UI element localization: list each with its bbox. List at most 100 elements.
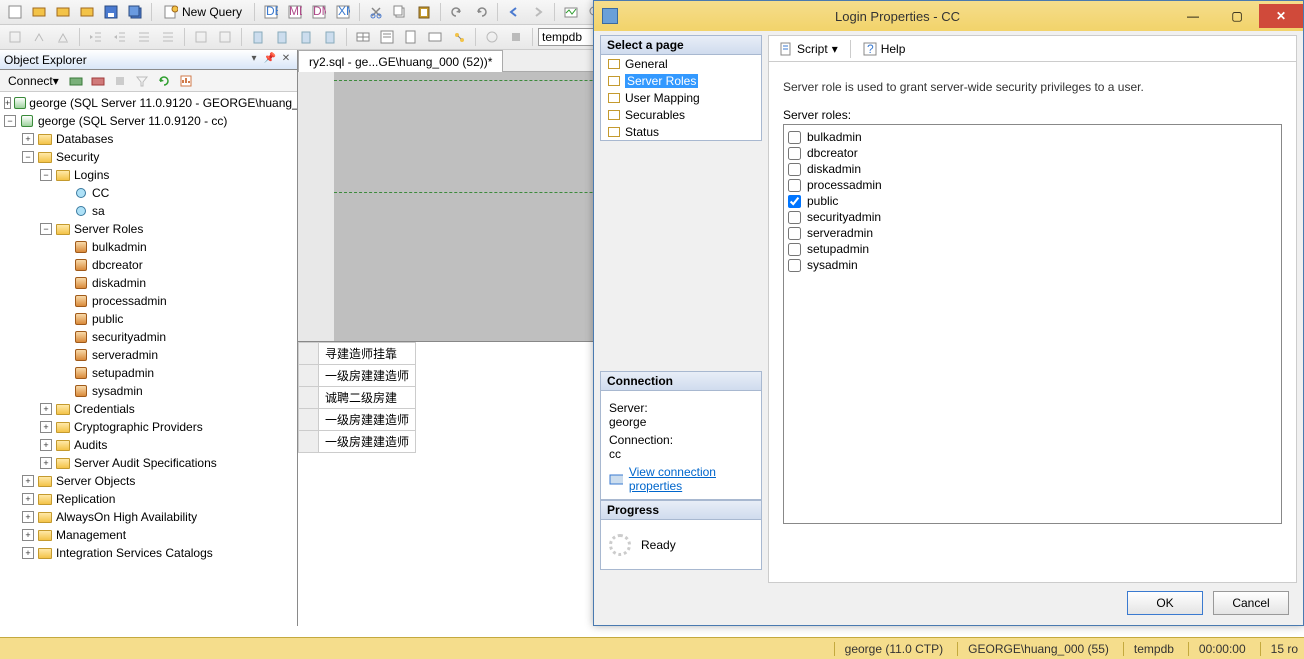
cut-icon[interactable] [365,2,387,22]
row-header[interactable] [299,387,319,409]
comment-icon[interactable] [190,27,212,47]
nav-back-icon[interactable] [503,2,525,22]
bookmark-icon-2[interactable] [271,27,293,47]
role-item[interactable]: dbcreator [0,256,297,274]
role-item-public[interactable]: public [788,193,1277,209]
debug-icon[interactable] [481,27,503,47]
server-node-1[interactable]: +george (SQL Server 11.0.9120 - GEORGE\h… [0,94,297,112]
save-icon[interactable] [100,2,122,22]
xmla-query-icon[interactable]: XM [332,2,354,22]
oe-stop-icon[interactable] [111,72,129,90]
uncomment-icon[interactable] [214,27,236,47]
view-connection-properties-link[interactable]: View connection properties [629,465,753,493]
tb2-icon-2[interactable] [28,27,50,47]
help-button[interactable]: ? Help [859,40,910,58]
ok-button[interactable]: OK [1127,591,1203,615]
role-item-diskadmin[interactable]: diskadmin [788,161,1277,177]
role-item-bulkadmin[interactable]: bulkadmin [788,129,1277,145]
page-list[interactable]: GeneralServer RolesUser MappingSecurable… [600,55,762,141]
tb2-icon-3[interactable] [52,27,74,47]
role-item-securityadmin[interactable]: securityadmin [788,209,1277,225]
databases-node[interactable]: +Databases [0,130,297,148]
management-node[interactable]: +Management [0,526,297,544]
oe-filter-icon[interactable] [133,72,151,90]
tree-toggle[interactable]: − [40,223,52,235]
role-item-processadmin[interactable]: processadmin [788,177,1277,193]
tree-toggle[interactable]: + [22,493,34,505]
page-item-status[interactable]: Status [601,123,761,140]
tree-toggle[interactable]: + [4,97,11,109]
tree-toggle[interactable]: + [22,529,34,541]
audits-node[interactable]: +Audits [0,436,297,454]
role-item[interactable]: setupadmin [0,364,297,382]
new-project-icon[interactable] [4,2,26,22]
row-header[interactable] [299,431,319,453]
role-item[interactable]: bulkadmin [0,238,297,256]
role-checkbox[interactable] [788,259,801,272]
row-header[interactable] [299,365,319,387]
undo-icon[interactable] [446,2,468,22]
page-item-general[interactable]: General [601,55,761,72]
server-roles-node[interactable]: −Server Roles [0,220,297,238]
page-item-securables[interactable]: Securables [601,106,761,123]
replication-node[interactable]: +Replication [0,490,297,508]
role-checkbox[interactable] [788,147,801,160]
row-header[interactable] [299,409,319,431]
results-grid-icon[interactable] [352,27,374,47]
server-objects-node[interactable]: +Server Objects [0,472,297,490]
script-button[interactable]: Script ▾ [775,40,842,58]
role-checkbox[interactable] [788,243,801,256]
tree-toggle[interactable]: + [22,475,34,487]
new-query-button[interactable]: New Query [157,2,249,22]
role-item-sysadmin[interactable]: sysadmin [788,257,1277,273]
stop-debug-icon[interactable] [505,27,527,47]
cancel-button[interactable]: Cancel [1213,591,1289,615]
panel-close-icon[interactable]: ✕ [279,53,293,67]
integration-node[interactable]: +Integration Services Catalogs [0,544,297,562]
connect-button[interactable]: Connect ▾ [4,72,63,90]
logins-node[interactable]: −Logins [0,166,297,184]
tree-toggle[interactable]: + [40,457,52,469]
copy-icon[interactable] [389,2,411,22]
result-cell[interactable]: 一级房建建造师 [319,365,416,387]
de-query-icon[interactable]: DE [260,2,282,22]
panel-pin-icon[interactable]: 📌 [263,53,277,67]
oe-report-icon[interactable] [177,72,195,90]
panel-dropdown-icon[interactable]: ▾ [247,53,261,67]
dialog-titlebar[interactable]: Login Properties - CC — ▢ ✕ [594,1,1303,31]
bookmark-icon-4[interactable] [319,27,341,47]
role-item[interactable]: public [0,310,297,328]
role-item-dbcreator[interactable]: dbcreator [788,145,1277,161]
role-item[interactable]: processadmin [0,292,297,310]
tree-toggle[interactable]: − [22,151,34,163]
indent-icon[interactable] [85,27,107,47]
open-project-icon[interactable] [52,2,74,22]
alwayson-node[interactable]: +AlwaysOn High Availability [0,508,297,526]
include-plan-icon[interactable] [424,27,446,47]
object-explorer-tree[interactable]: +george (SQL Server 11.0.9120 - GEORGE\h… [0,92,297,626]
row-header[interactable] [299,343,319,365]
role-checkbox[interactable] [788,211,801,224]
tree-toggle[interactable]: + [40,421,52,433]
paste-icon[interactable] [413,2,435,22]
tree-toggle[interactable]: + [22,511,34,523]
bookmark-icon-1[interactable] [247,27,269,47]
lines-icon-1[interactable] [133,27,155,47]
tb2-icon-1[interactable] [4,27,26,47]
result-cell[interactable]: 寻建造师挂靠 [319,343,416,365]
role-checkbox[interactable] [788,131,801,144]
editor-tab[interactable]: ry2.sql - ge...GE\huang_000 (52))* [298,50,503,72]
tree-toggle[interactable]: − [40,169,52,181]
role-item-setupadmin[interactable]: setupadmin [788,241,1277,257]
credentials-node[interactable]: +Credentials [0,400,297,418]
crypto-node[interactable]: +Cryptographic Providers [0,418,297,436]
audit-specs-node[interactable]: +Server Audit Specifications [0,454,297,472]
result-cell[interactable]: 一级房建建造师 [319,431,416,453]
dmx-query-icon[interactable]: DMX [308,2,330,22]
tree-toggle[interactable]: + [40,403,52,415]
role-item-serveradmin[interactable]: serveradmin [788,225,1277,241]
role-item[interactable]: securityadmin [0,328,297,346]
results-file-icon[interactable] [400,27,422,47]
role-checkbox[interactable] [788,179,801,192]
mdx-query-icon[interactable]: MDX [284,2,306,22]
